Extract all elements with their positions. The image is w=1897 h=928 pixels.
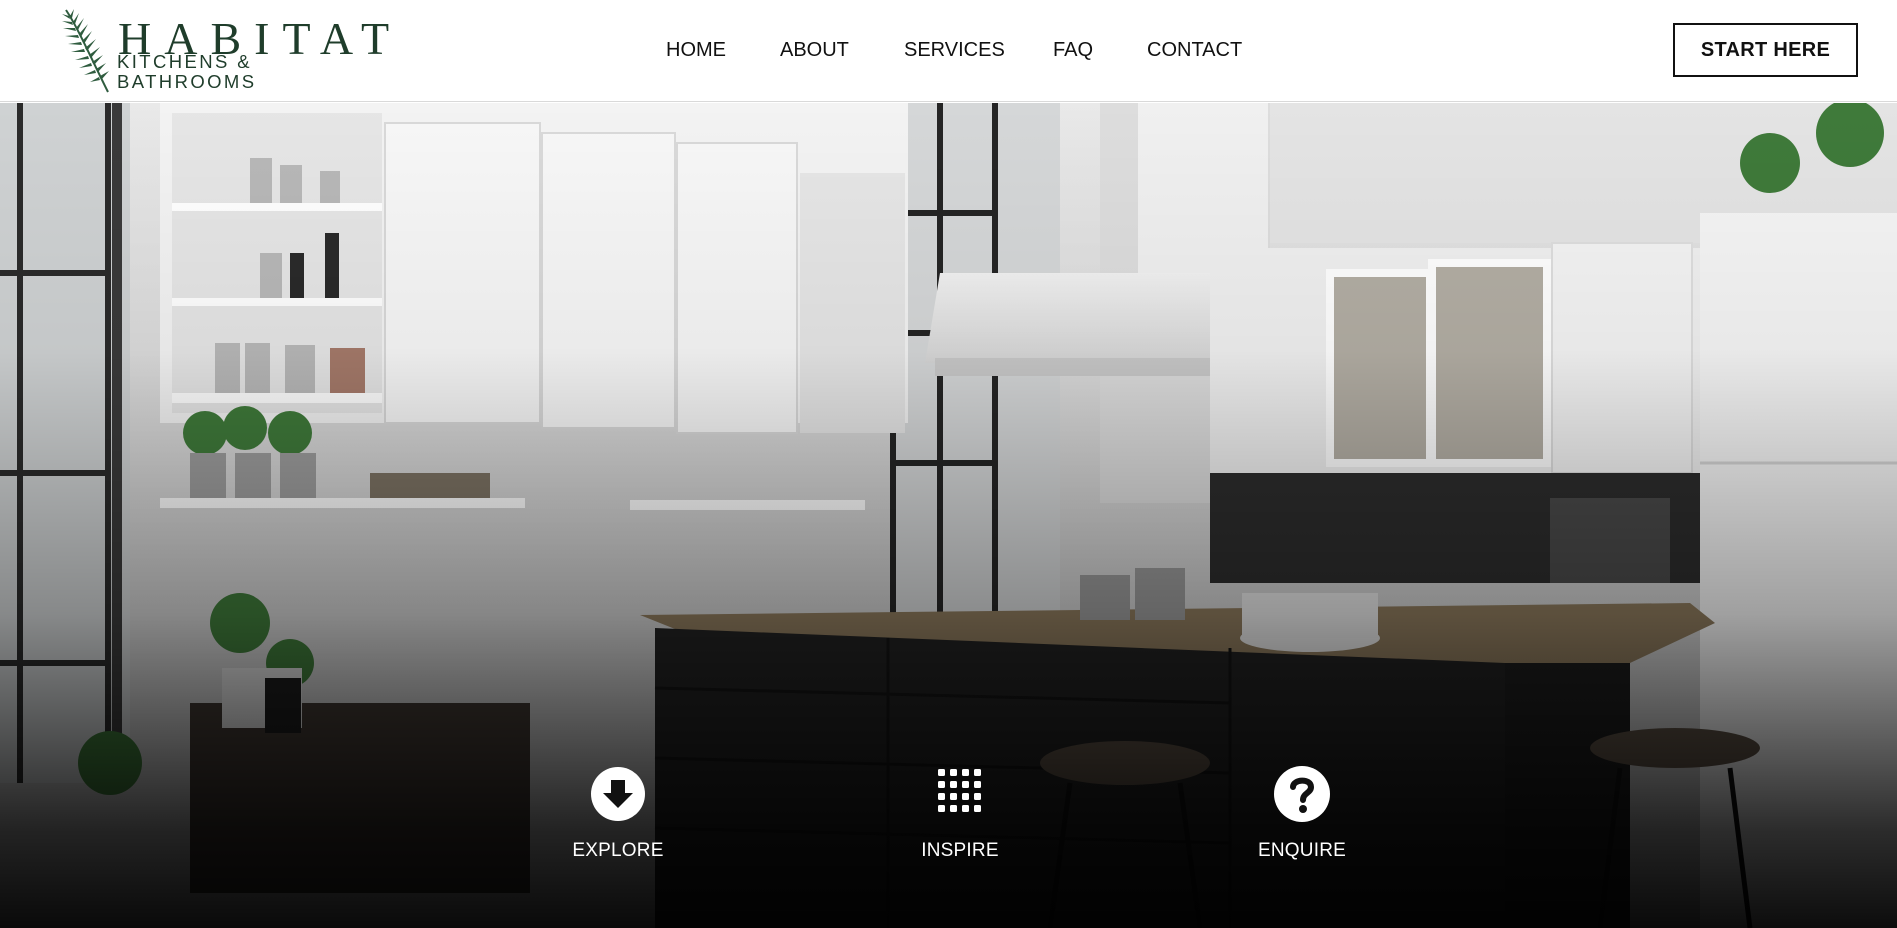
brand-tagline: KITCHENS & BATHROOMS — [117, 51, 257, 92]
nav-about-link[interactable]: ABOUT — [780, 37, 849, 63]
inspire-label: INSPIRE — [921, 840, 999, 861]
nav-contact-link[interactable]: CONTACT — [1147, 37, 1242, 63]
start-here-button[interactable]: START HERE — [1673, 23, 1858, 77]
question-circle-icon — [1274, 766, 1330, 822]
dot-grid-icon — [938, 769, 981, 812]
fern-leaf-icon — [62, 9, 109, 93]
enquire-action[interactable]: ENQUIRE — [1232, 761, 1372, 871]
brand-logo-link[interactable]: HABITAT KITCHENS & BATHROOMS — [60, 8, 389, 94]
site-header: HABITAT KITCHENS & BATHROOMS HOME ABOUT … — [0, 0, 1897, 102]
nav-services-link[interactable]: SERVICES — [904, 37, 1005, 63]
explore-label: EXPLORE — [572, 840, 664, 861]
nav-faq-link[interactable]: FAQ — [1053, 37, 1093, 63]
nav-home-link[interactable]: HOME — [666, 37, 726, 63]
enquire-label: ENQUIRE — [1258, 840, 1346, 861]
hero-section: EXPLORE INSPIRE ENQUIRE — [0, 103, 1897, 928]
arrow-down-circle-icon — [591, 767, 645, 821]
explore-action[interactable]: EXPLORE — [548, 761, 688, 871]
inspire-action[interactable]: INSPIRE — [890, 761, 1030, 871]
